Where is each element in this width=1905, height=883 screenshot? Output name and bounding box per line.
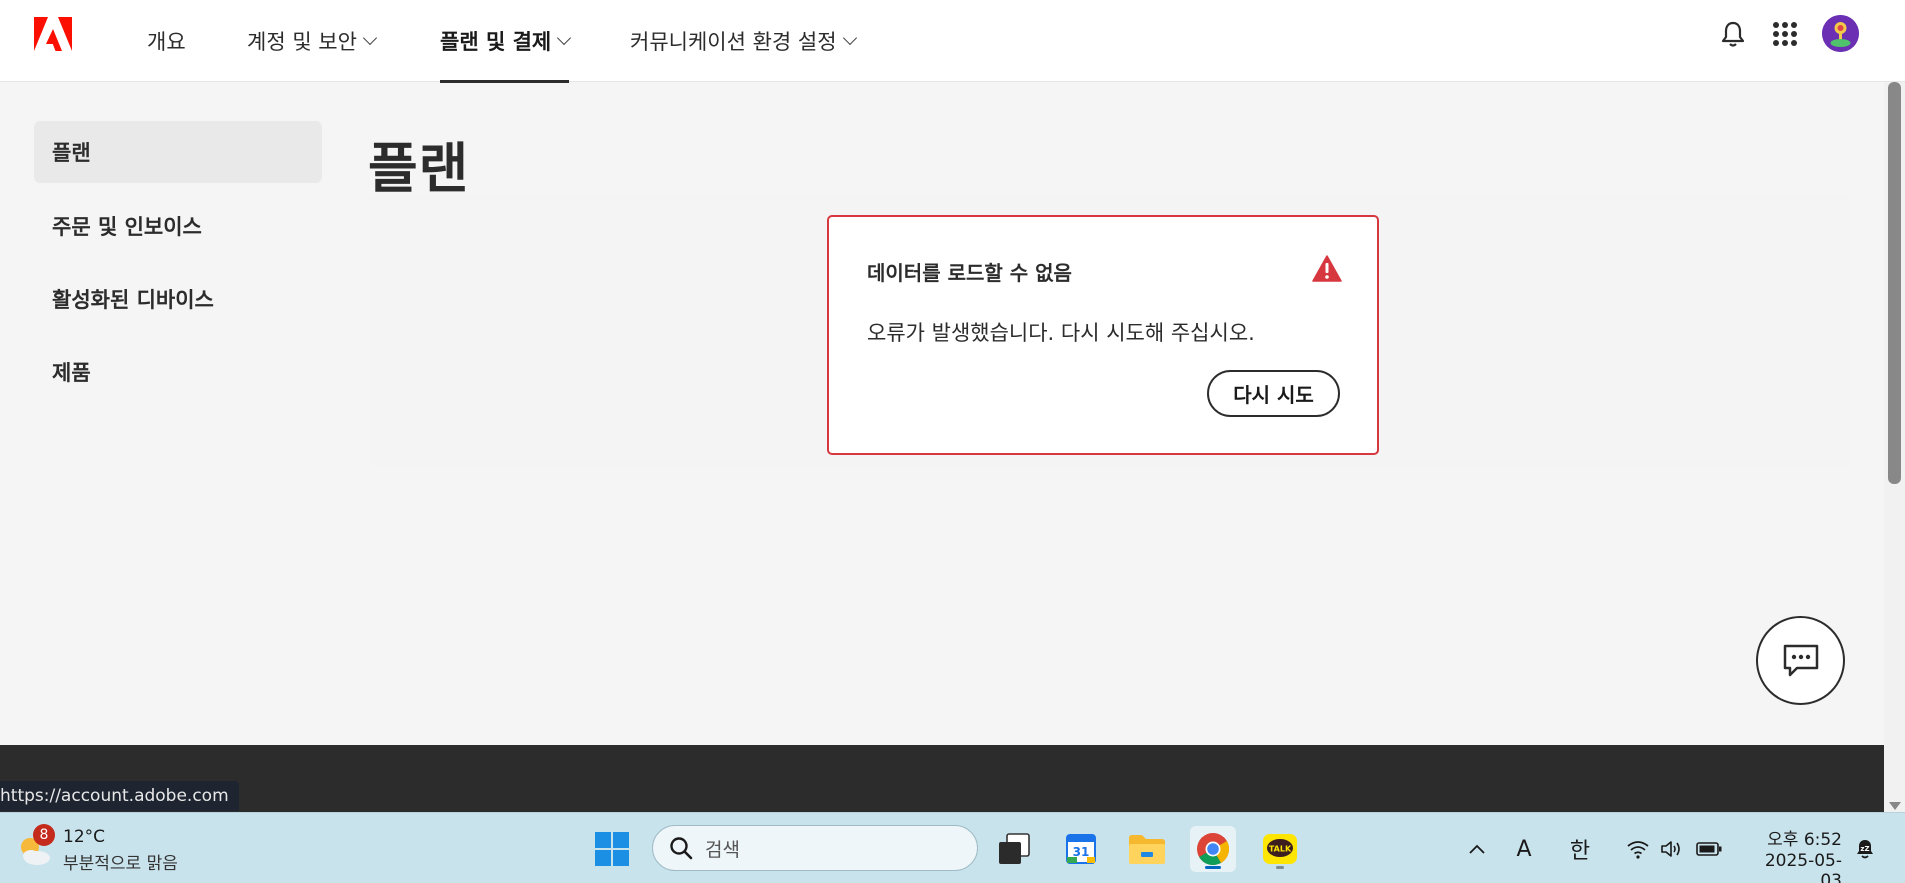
windows-logo-icon bbox=[595, 832, 629, 866]
tray-overflow-chevron-icon[interactable] bbox=[1466, 835, 1488, 863]
taskbar: 8 12°C 부분적으로 맑음 검색 31 TALK A 한 오후 6:52 2… bbox=[0, 812, 1905, 883]
sidebar-item-products[interactable]: 제품 bbox=[34, 341, 322, 403]
calendar-day: 31 bbox=[1073, 845, 1090, 859]
sidebar-item-label: 플랜 bbox=[52, 141, 91, 165]
sidebar-item-label: 제품 bbox=[52, 361, 91, 385]
chevron-down-icon bbox=[842, 30, 857, 46]
taskbar-file-explorer[interactable] bbox=[1124, 826, 1170, 872]
error-title: 데이터를 로드할 수 없음 bbox=[867, 261, 1072, 285]
top-nav: 개요 계정 및 보안 플랜 및 결제 커뮤니케이션 환경 설정 bbox=[0, 0, 1905, 83]
notification-icon[interactable]: zZ bbox=[1852, 835, 1878, 863]
scroll-thumb[interactable] bbox=[1888, 82, 1901, 484]
page-title: 플랜 bbox=[368, 137, 470, 200]
running-indicator bbox=[1276, 866, 1284, 869]
chevron-down-icon bbox=[362, 30, 378, 46]
scrollbar[interactable] bbox=[1884, 82, 1905, 812]
nav-overview-label: 개요 bbox=[147, 30, 186, 54]
kakaotalk-label: TALK bbox=[1269, 845, 1292, 854]
weather-desc: 부분적으로 맑음 bbox=[63, 854, 178, 874]
wifi-icon[interactable] bbox=[1624, 835, 1652, 863]
sidebar-item-activated-devices[interactable]: 활성화된 디바이스 bbox=[34, 268, 322, 330]
task-view-button[interactable] bbox=[991, 826, 1037, 872]
running-indicator bbox=[1205, 866, 1221, 869]
nav-communication-prefs[interactable]: 커뮤니케이션 환경 설정 bbox=[630, 0, 857, 82]
ime-language-indicator[interactable]: 한 bbox=[1566, 835, 1594, 864]
start-button[interactable] bbox=[589, 826, 635, 872]
nav-account-security-label: 계정 및 보안 bbox=[247, 30, 357, 54]
clock-time: 오후 6:52 bbox=[1767, 830, 1842, 850]
nav-plans-billing-label: 플랜 및 결제 bbox=[440, 30, 552, 54]
bell-icon[interactable] bbox=[1716, 17, 1750, 51]
nav-account-security[interactable]: 계정 및 보안 bbox=[247, 0, 378, 82]
ime-mode-indicator[interactable]: A bbox=[1510, 835, 1538, 863]
adobe-logo-icon[interactable] bbox=[34, 17, 72, 51]
calendar-icon: 31 bbox=[1066, 834, 1096, 864]
sidebar-item-label: 주문 및 인보이스 bbox=[52, 215, 202, 239]
avatar[interactable] bbox=[1822, 15, 1859, 52]
taskbar-search-input[interactable]: 검색 bbox=[652, 825, 978, 871]
nav-communication-prefs-label: 커뮤니케이션 환경 설정 bbox=[630, 30, 837, 54]
taskbar-chrome[interactable] bbox=[1190, 826, 1236, 872]
sidebar-item-plans[interactable]: 플랜 bbox=[34, 121, 322, 183]
retry-button[interactable]: 다시 시도 bbox=[1207, 370, 1340, 417]
error-card: 데이터를 로드할 수 없음 오류가 발생했습니다. 다시 시도해 주십시오. 다… bbox=[827, 215, 1379, 455]
taskbar-calendar-app[interactable]: 31 bbox=[1058, 826, 1104, 872]
task-view-icon bbox=[999, 833, 1030, 864]
chevron-down-icon bbox=[557, 30, 572, 46]
battery-icon[interactable] bbox=[1694, 835, 1724, 863]
taskbar-kakaotalk[interactable]: TALK bbox=[1257, 826, 1303, 872]
volume-icon[interactable] bbox=[1658, 835, 1686, 863]
page-footer bbox=[0, 745, 1884, 812]
weather-temp: 12°C bbox=[63, 827, 106, 847]
search-placeholder: 검색 bbox=[705, 838, 740, 861]
chat-icon bbox=[1783, 644, 1818, 676]
nav-plans-billing[interactable]: 플랜 및 결제 bbox=[440, 0, 572, 83]
search-icon bbox=[670, 837, 693, 860]
sidebar-item-orders-invoices[interactable]: 주문 및 인보이스 bbox=[34, 195, 322, 257]
weather-badge: 8 bbox=[33, 824, 55, 846]
nav-overview[interactable]: 개요 bbox=[147, 0, 186, 82]
scroll-down-arrow-icon[interactable] bbox=[1889, 802, 1901, 810]
kakaotalk-icon: TALK bbox=[1263, 834, 1297, 864]
status-bar-url: https://account.adobe.com bbox=[0, 781, 239, 811]
alert-triangle-icon bbox=[1312, 255, 1342, 282]
sidebar-item-label: 활성화된 디바이스 bbox=[52, 288, 214, 312]
folder-icon bbox=[1129, 835, 1165, 864]
chrome-icon bbox=[1197, 833, 1230, 866]
clock-date: 2025-05-03 bbox=[1764, 851, 1842, 883]
svg-text:zZ: zZ bbox=[1860, 845, 1869, 853]
apps-grid-icon[interactable] bbox=[1768, 17, 1802, 51]
error-message: 오류가 발생했습니다. 다시 시도해 주십시오. bbox=[867, 321, 1255, 345]
chat-button[interactable] bbox=[1756, 616, 1845, 705]
